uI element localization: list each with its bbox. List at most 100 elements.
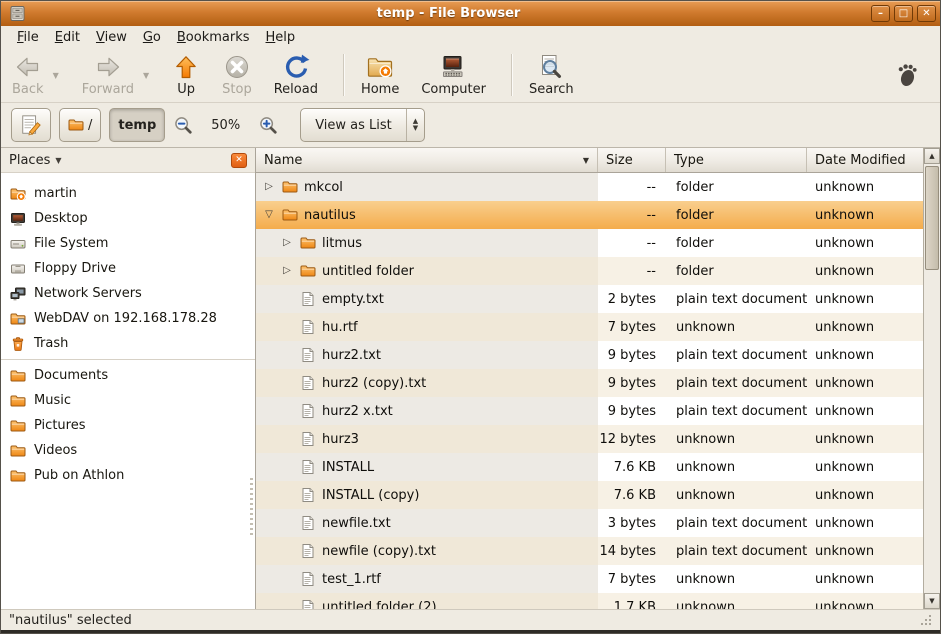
file-icon (300, 459, 316, 475)
expander-collapsed-icon[interactable]: ▷ (280, 238, 294, 248)
current-path-button[interactable]: temp (109, 108, 165, 142)
file-name: nautilus (304, 208, 356, 223)
sidebar-place-music[interactable]: Music (1, 388, 255, 413)
date-cell: unknown (807, 180, 923, 195)
table-row[interactable]: ▷untitled folder--folderunknown (256, 257, 923, 285)
sidebar-place-floppy-drive[interactable]: Floppy Drive (1, 256, 255, 281)
minimize-button[interactable]: – (871, 5, 890, 22)
place-label: Pub on Athlon (34, 468, 124, 483)
stop-button[interactable]: Stop (215, 51, 259, 99)
column-header-size[interactable]: Size (598, 148, 666, 172)
column-header-name[interactable]: Name ▼ (256, 148, 598, 172)
table-row[interactable]: ▷mkcol--folderunknown (256, 173, 923, 201)
table-row[interactable]: hurz2.txt9 bytesplain text documentunkno… (256, 341, 923, 369)
drive-icon (10, 236, 26, 252)
file-name: litmus (322, 236, 362, 251)
places-list: martinDesktop File System Floppy DriveNetw… (1, 173, 255, 609)
menubar: FileEditViewGoBookmarksHelp (1, 26, 940, 48)
computer-button[interactable]: Computer (414, 51, 493, 99)
close-button[interactable]: ✕ (917, 5, 936, 22)
expander-collapsed-icon[interactable]: ▷ (262, 182, 276, 192)
vertical-scrollbar[interactable]: ▲ ▼ (923, 148, 940, 609)
sidebar-header[interactable]: Places ▼ ✕ (1, 148, 255, 173)
type-cell: plain text document (666, 544, 807, 559)
column-header-type[interactable]: Type (666, 148, 807, 172)
table-row[interactable]: ▷litmus--folderunknown (256, 229, 923, 257)
scroll-up-icon[interactable]: ▲ (924, 148, 940, 164)
table-row[interactable]: untitled folder (2)1.7 KBunknownunknown (256, 593, 923, 609)
size-cell: 14 bytes (598, 544, 666, 559)
titlebar[interactable]: temp - File Browser – □ ✕ (1, 1, 940, 26)
reload-button[interactable]: Reload (267, 51, 325, 99)
table-row[interactable]: ▽nautilus--folderunknown (256, 201, 923, 229)
expander-expanded-icon[interactable]: ▽ (262, 210, 276, 220)
file-name: hurz2.txt (322, 348, 381, 363)
back-dropdown-icon[interactable]: ▼ (53, 71, 59, 80)
sidebar-place-file-system[interactable]: File System (1, 231, 255, 256)
expander-collapsed-icon[interactable]: ▷ (280, 266, 294, 276)
toggle-location-entry-button[interactable] (11, 108, 51, 142)
menu-edit[interactable]: Edit (47, 28, 88, 47)
spinner-arrows-icon: ▲▼ (406, 109, 424, 141)
pane-resize-handle[interactable] (250, 478, 253, 538)
sidebar-place-webdav-on-192-168-178-28[interactable]: WebDAV on 192.168.178.28 (1, 306, 255, 331)
remote-folder-icon (10, 311, 26, 327)
file-icon (300, 599, 316, 609)
resize-grip[interactable] (920, 614, 932, 626)
file-icon (300, 319, 316, 335)
scroll-down-icon[interactable]: ▼ (924, 593, 940, 609)
back-icon (14, 53, 42, 81)
table-row[interactable]: newfile.txt3 bytesplain text documentunk… (256, 509, 923, 537)
forward-button[interactable]: Forward (75, 51, 141, 99)
sidebar-place-documents[interactable]: Documents (1, 363, 255, 388)
sidebar-place-trash[interactable]: Trash (1, 331, 255, 356)
date-cell: unknown (807, 516, 923, 531)
sidebar-place-videos[interactable]: Videos (1, 438, 255, 463)
search-button[interactable]: Search (522, 51, 581, 99)
menu-help[interactable]: Help (258, 28, 304, 47)
table-row[interactable]: hurz312 bytesunknownunknown (256, 425, 923, 453)
sidebar-place-pub-on-athlon[interactable]: Pub on Athlon (1, 463, 255, 488)
table-row[interactable]: hurz2 x.txt9 bytesplain text documentunk… (256, 397, 923, 425)
menu-file[interactable]: File (9, 28, 47, 47)
sidebar-place-network-servers[interactable]: Network Servers (1, 281, 255, 306)
zoom-out-button[interactable] (173, 115, 193, 135)
back-button[interactable]: Back (5, 51, 51, 99)
file-name: hurz2 x.txt (322, 404, 393, 419)
table-row[interactable]: test_1.rtf7 bytesunknownunknown (256, 565, 923, 593)
menu-bookmarks[interactable]: Bookmarks (169, 28, 258, 47)
home-button[interactable]: Home (354, 51, 406, 99)
name-cell: ▽ nautilus (256, 201, 598, 229)
date-cell: unknown (807, 488, 923, 503)
forward-dropdown-icon[interactable]: ▼ (143, 71, 149, 80)
size-cell: 2 bytes (598, 292, 666, 307)
view-mode-selector[interactable]: View as List ▲▼ (300, 108, 425, 142)
sidebar-place-martin[interactable]: martin (1, 181, 255, 206)
file-icon (300, 515, 316, 531)
scrollbar-thumb[interactable] (925, 166, 939, 270)
date-cell: unknown (807, 572, 923, 587)
table-row[interactable]: hurz2 (copy).txt9 bytesplain text docume… (256, 369, 923, 397)
sidebar-place-desktop[interactable]: Desktop (1, 206, 255, 231)
table-row[interactable]: newfile (copy).txt14 bytesplain text doc… (256, 537, 923, 565)
table-row[interactable]: INSTALL7.6 KBunknownunknown (256, 453, 923, 481)
zoom-in-button[interactable] (258, 115, 278, 135)
maximize-button[interactable]: □ (894, 5, 913, 22)
menu-go[interactable]: Go (135, 28, 169, 47)
table-row[interactable]: INSTALL (copy)7.6 KBunknownunknown (256, 481, 923, 509)
up-button[interactable]: Up (165, 51, 207, 99)
reload-icon (282, 53, 310, 81)
sidebar-close-button[interactable]: ✕ (231, 153, 247, 168)
place-label: File System (34, 236, 108, 251)
root-path-button[interactable]: / (59, 108, 101, 142)
table-row[interactable]: hu.rtf7 bytesunknownunknown (256, 313, 923, 341)
menu-view[interactable]: View (88, 28, 135, 47)
name-cell: hurz2.txt (256, 341, 598, 369)
chevron-down-icon: ▼ (55, 156, 61, 165)
type-cell: plain text document (666, 292, 807, 307)
reload-label: Reload (274, 82, 318, 97)
gnome-foot-icon (894, 61, 922, 89)
table-row[interactable]: empty.txt2 bytesplain text documentunkno… (256, 285, 923, 313)
sidebar-place-pictures[interactable]: Pictures (1, 413, 255, 438)
column-header-date[interactable]: Date Modified (807, 148, 923, 172)
